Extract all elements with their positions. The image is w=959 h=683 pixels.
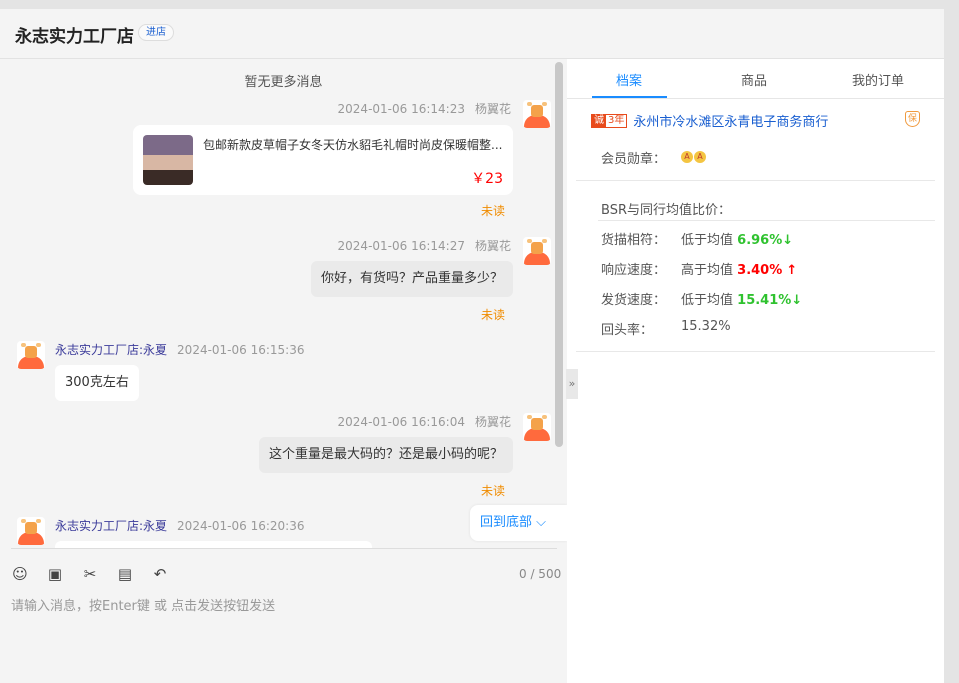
info-panel: 档案 商品 我的订单 诚 3年 永州市冷水滩区永青电子商务商行 保 会员勋章： A… <box>567 59 944 683</box>
active-tab-indicator <box>592 96 667 98</box>
product-title: 包邮新款皮草帽子女冬天仿水貂毛礼帽时尚皮保暖帽整... <box>203 138 503 152</box>
message-meta: 永志实力工厂店:永夏 2024-01-06 16:15:36 <box>55 341 305 358</box>
years-badge: 诚 3年 <box>591 113 628 128</box>
metric-percent: 15.41% <box>737 293 792 308</box>
metric-desc: 低于均值 <box>681 233 734 248</box>
document-icon[interactable]: ▤ <box>116 565 134 583</box>
message-list[interactable]: 暂无更多消息 2024-01-06 16:14:23 杨翼花 包邮新款皮草帽子女冬… <box>0 59 567 549</box>
metric-label: 发货速度： <box>601 293 667 308</box>
metric-value: 高于均值 3.40% ↑ <box>681 259 797 278</box>
enter-store-button[interactable]: 进店 <box>138 24 174 41</box>
char-count: 0 / 500 <box>519 567 562 581</box>
no-more-messages: 暂无更多消息 <box>244 75 323 90</box>
message-time: 2024-01-06 16:16:04 <box>337 415 465 429</box>
metric-percent: 3.40% <box>737 263 783 278</box>
avatar <box>523 237 551 265</box>
years-label: 3年 <box>608 114 625 126</box>
shop-title: 永志实力工厂店 <box>15 27 134 47</box>
tab-profile[interactable]: 档案 <box>616 70 642 89</box>
back-to-bottom-button[interactable]: 回到底部 ⌵ <box>470 505 567 541</box>
guarantee-icon: 保 <box>905 111 920 127</box>
divider <box>11 548 557 549</box>
avatar <box>17 341 45 369</box>
unread-status: 未读 <box>481 308 506 322</box>
header: 永志实力工厂店 进店 <box>0 9 944 59</box>
message-meta: 2024-01-06 16:14:23 杨翼花 <box>338 100 511 117</box>
metric-value: 低于均值 15.41%↓ <box>681 289 802 308</box>
collapse-panel-icon[interactable]: » <box>566 369 578 399</box>
message-time: 2024-01-06 16:14:27 <box>337 239 465 253</box>
message-time: 2024-01-06 16:20:36 <box>177 519 305 533</box>
medal-label: 会员勋章： <box>601 152 667 167</box>
medal-icon: A <box>681 151 693 163</box>
chat-window: 永志实力工厂店 进店 暂无更多消息 2024-01-06 16:14:23 杨翼花… <box>0 9 944 683</box>
message-time: 2024-01-06 16:14:23 <box>337 102 465 116</box>
product-image <box>143 135 193 185</box>
message-meta: 永志实力工厂店:永夏 2024-01-06 16:20:36 <box>55 517 305 534</box>
message-input[interactable] <box>11 595 557 675</box>
product-card[interactable]: 包邮新款皮草帽子女冬天仿水貂毛礼帽时尚皮保暖帽整... ￥23 <box>133 125 513 195</box>
back-to-bottom-label: 回到底部 <box>480 515 533 530</box>
divider <box>576 351 935 352</box>
avatar <box>17 517 45 545</box>
emoji-icon[interactable]: ☺ <box>11 565 29 583</box>
message-sender: 永志实力工厂店:永夏 <box>55 343 168 357</box>
metric-desc: 低于均值 <box>681 293 734 308</box>
chevron-down-icon: ⌵ <box>536 515 547 530</box>
unread-status: 未读 <box>481 204 506 218</box>
unread-status: 未读 <box>481 484 506 498</box>
message-meta: 2024-01-06 16:14:27 杨翼花 <box>338 237 511 254</box>
scissors-icon[interactable]: ✂ <box>81 565 99 583</box>
arrow-up-icon: ↑ <box>786 263 798 278</box>
avatar <box>523 413 551 441</box>
message-bubble: 300克左右 <box>55 365 139 401</box>
message-sender: 永志实力工厂店:永夏 <box>55 519 168 533</box>
metric-desc: 高于均值 <box>681 263 734 278</box>
message-sender: 杨翼花 <box>474 102 511 116</box>
divider <box>576 180 935 181</box>
credit-icon: 诚 <box>592 114 606 127</box>
toolbar: ☺ ▣ ✂ ▤ ↶ <box>11 565 169 583</box>
tab-products[interactable]: 商品 <box>741 70 767 89</box>
metric-label: 响应速度： <box>601 263 667 278</box>
bsr-title: BSR与同行均值比价： <box>601 203 731 218</box>
arrow-down-icon: ↓ <box>791 293 803 308</box>
shop-info: 诚 3年 永州市冷水滩区永青电子商务商行 <box>591 111 828 130</box>
message-sender: 杨翼花 <box>474 415 511 429</box>
arrow-down-icon: ↓ <box>782 233 794 248</box>
quick-reply-icon[interactable]: ↶ <box>151 565 169 583</box>
message-time: 2024-01-06 16:15:36 <box>177 343 305 357</box>
metric-label: 货描相符： <box>601 233 667 248</box>
tab-bar: 档案 商品 我的订单 <box>567 59 944 99</box>
medal-icon: A <box>694 151 706 163</box>
metric-percent: 6.96% <box>737 233 783 248</box>
avatar <box>523 100 551 128</box>
repeat-rate-value: 15.32% <box>681 319 731 334</box>
message-sender: 杨翼花 <box>474 239 511 253</box>
metric-value: 低于均值 6.96%↓ <box>681 229 793 248</box>
scrollbar[interactable] <box>555 62 563 447</box>
divider <box>598 220 935 221</box>
product-price: ￥23 <box>471 171 503 187</box>
image-icon[interactable]: ▣ <box>46 565 64 583</box>
message-bubble: 这个重量是最大码的？还是最小码的呢？ <box>258 437 513 473</box>
message-meta: 2024-01-06 16:16:04 杨翼花 <box>338 413 511 430</box>
repeat-rate-label: 回头率： <box>601 323 654 338</box>
tab-my-orders[interactable]: 我的订单 <box>852 70 904 89</box>
medals: AA <box>681 148 707 163</box>
shop-name-link[interactable]: 永州市冷水滩区永青电子商务商行 <box>633 111 828 130</box>
message-bubble: 你好，有货吗？产品重量多少？ <box>310 261 513 297</box>
